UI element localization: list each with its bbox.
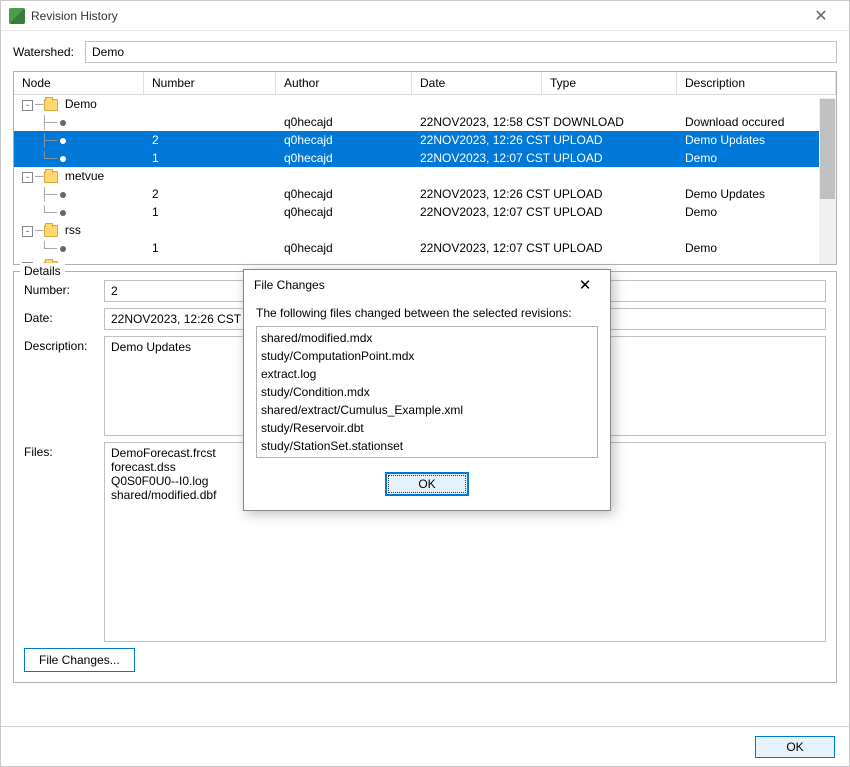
dialog-title: File Changes <box>254 278 570 292</box>
bullet-icon <box>60 138 66 144</box>
watershed-input[interactable] <box>85 41 837 63</box>
table-row[interactable]: ├─ q0hecajd22NOV2023, 12:58 CST DOWNLOAD… <box>14 113 836 131</box>
header-type[interactable]: Type <box>542 72 677 94</box>
tree-node-cell: -─ ras <box>14 258 144 263</box>
app-icon <box>9 8 25 24</box>
list-item[interactable]: study/Condition.mdx <box>261 383 593 401</box>
list-item[interactable]: extract.log <box>261 365 593 383</box>
table-row[interactable]: -─ ras <box>14 257 836 263</box>
tree-node-cell: ├─ <box>14 132 144 148</box>
revision-tree[interactable]: Node Number Author Date Type Description… <box>13 71 837 265</box>
tree-node-cell: ├─ <box>14 186 144 202</box>
number-label: Number: <box>24 280 104 297</box>
dialog-message: The following files changed between the … <box>256 306 598 320</box>
file-changes-button[interactable]: File Changes... <box>24 648 135 672</box>
details-legend: Details <box>20 264 65 278</box>
tree-node-cell: └─ <box>14 204 144 220</box>
scrollbar-thumb[interactable] <box>820 99 835 199</box>
tree-toggle-icon[interactable]: - <box>22 100 33 111</box>
list-item[interactable]: study/ComputationPoint.mdx <box>261 347 593 365</box>
tree-scrollbar[interactable] <box>819 98 836 265</box>
bullet-icon <box>60 246 66 252</box>
table-row[interactable]: -─ Demo <box>14 95 836 113</box>
header-description[interactable]: Description <box>677 72 836 94</box>
tree-toggle-icon[interactable]: - <box>22 226 33 237</box>
dialog-ok-button[interactable]: OK <box>385 472 469 496</box>
close-icon[interactable]: ✕ <box>801 2 841 30</box>
tree-node-cell: └─ <box>14 150 144 166</box>
list-item[interactable]: DemoForecast.frcst <box>261 455 593 458</box>
header-number[interactable]: Number <box>144 72 276 94</box>
dialog-file-list[interactable]: shared/modified.mdxstudy/ComputationPoin… <box>256 326 598 458</box>
list-item[interactable]: study/StationSet.stationset <box>261 437 593 455</box>
table-row[interactable]: └─ 1q0hecajd22NOV2023, 12:07 CST UPLOADD… <box>14 203 836 221</box>
header-author[interactable]: Author <box>276 72 412 94</box>
files-label: Files: <box>24 442 104 459</box>
table-row[interactable]: ├─ 2q0hecajd22NOV2023, 12:26 CST UPLOADD… <box>14 185 836 203</box>
tree-node-cell: -─ metvue <box>14 168 144 184</box>
folder-icon <box>44 261 58 263</box>
tree-node-cell: ├─ <box>14 114 144 130</box>
table-row[interactable]: ├─ 2q0hecajd22NOV2023, 12:26 CST UPLOADD… <box>14 131 836 149</box>
bullet-icon <box>60 120 66 126</box>
tree-toggle-icon[interactable]: - <box>22 172 33 183</box>
table-row[interactable]: └─ 1q0hecajd22NOV2023, 12:07 CST UPLOADD… <box>14 239 836 257</box>
tree-node-cell: -─ rss <box>14 222 144 238</box>
list-item[interactable]: shared/modified.mdx <box>261 329 593 347</box>
watershed-label: Watershed: <box>13 45 85 59</box>
date-label: Date: <box>24 308 104 325</box>
list-item[interactable]: study/Reservoir.dbt <box>261 419 593 437</box>
folder-label: Demo <box>62 97 97 111</box>
file-changes-dialog: File Changes ✕ The following files chang… <box>243 269 611 511</box>
bullet-icon <box>60 192 66 198</box>
tree-node-cell: -─ Demo <box>14 96 144 112</box>
revision-history-window: Revision History ✕ Watershed: Node Numbe… <box>0 0 850 767</box>
folder-label: metvue <box>62 169 105 183</box>
dialog-close-icon[interactable]: ✕ <box>570 271 600 299</box>
folder-icon <box>44 99 58 111</box>
bullet-icon <box>60 156 66 162</box>
folder-label: ras <box>62 259 82 263</box>
table-row[interactable]: -─ rss <box>14 221 836 239</box>
tree-toggle-icon[interactable]: - <box>22 262 33 263</box>
tree-node-cell: └─ <box>14 240 144 256</box>
folder-label: rss <box>62 223 81 237</box>
header-date[interactable]: Date <box>412 72 542 94</box>
bullet-icon <box>60 210 66 216</box>
description-label: Description: <box>24 336 104 353</box>
table-row[interactable]: -─ metvue <box>14 167 836 185</box>
folder-icon <box>44 171 58 183</box>
ok-button[interactable]: OK <box>755 736 835 758</box>
header-node[interactable]: Node <box>14 72 144 94</box>
list-item[interactable]: shared/extract/Cumulus_Example.xml <box>261 401 593 419</box>
table-row[interactable]: └─ 1q0hecajd22NOV2023, 12:07 CST UPLOADD… <box>14 149 836 167</box>
titlebar[interactable]: Revision History ✕ <box>1 1 849 31</box>
folder-icon <box>44 225 58 237</box>
window-title: Revision History <box>31 9 801 23</box>
